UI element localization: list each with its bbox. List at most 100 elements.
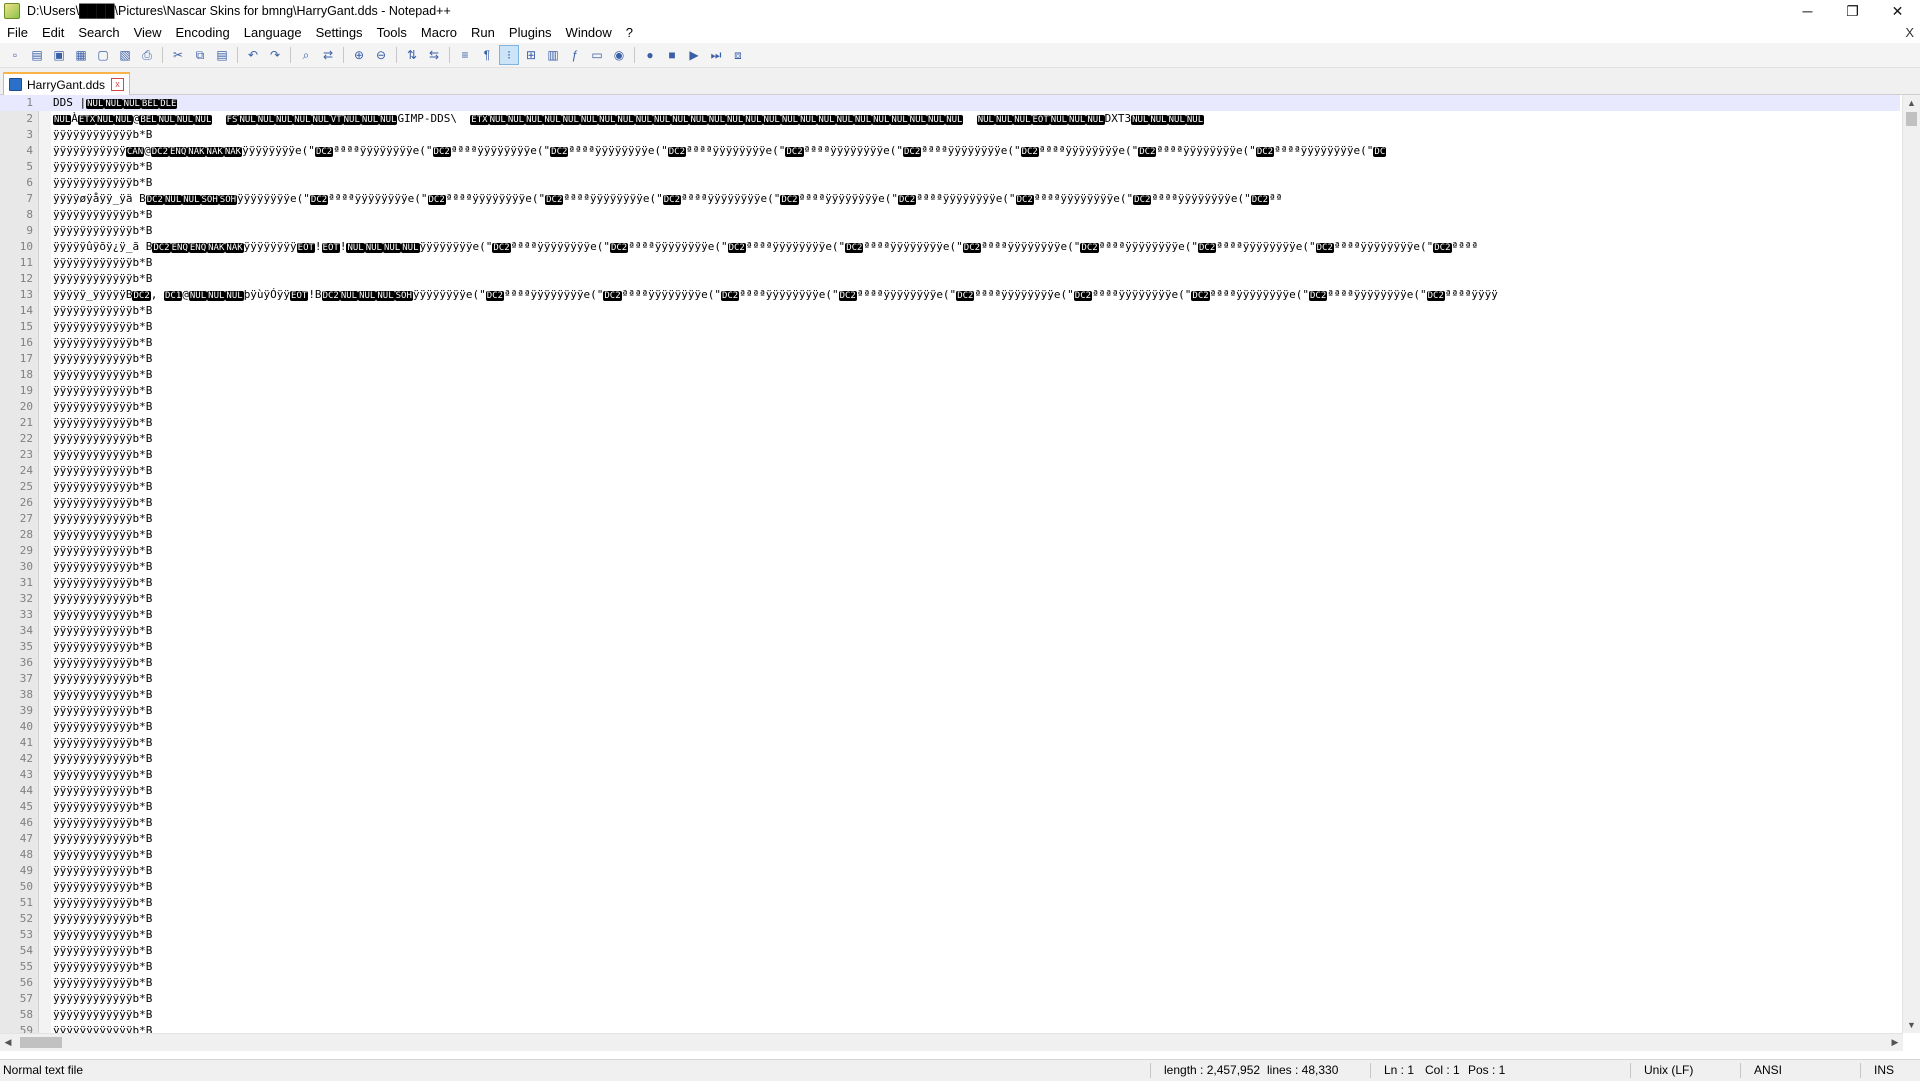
text-line[interactable]: 58 ÿÿÿÿÿÿÿÿÿÿÿÿb*B	[0, 1007, 1900, 1023]
zoom-in-icon[interactable]: ⊕	[349, 45, 369, 65]
close-icon[interactable]: ▢	[93, 45, 113, 65]
text-line[interactable]: 19 ÿÿÿÿÿÿÿÿÿÿÿÿb*B	[0, 383, 1900, 399]
text-line[interactable]: 4 ÿÿÿÿÿÿÿÿÿÿÿCAN@DC2 ENQ NAK NAK NAKÿÿÿÿÿÿÿÿe…	[0, 143, 1900, 159]
text-line[interactable]: 24 ÿÿÿÿÿÿÿÿÿÿÿÿb*B	[0, 463, 1900, 479]
show-all-chars-icon[interactable]: ¶	[477, 45, 497, 65]
text-line[interactable]: 12 ÿÿÿÿÿÿÿÿÿÿÿÿb*B	[0, 271, 1900, 287]
new-file-icon[interactable]: ▫	[5, 45, 25, 65]
undo-icon[interactable]: ↶	[243, 45, 263, 65]
record-macro-icon[interactable]: ●	[640, 45, 660, 65]
menu-plugins[interactable]: Plugins	[502, 22, 559, 43]
copy-icon[interactable]: ⧉	[190, 45, 210, 65]
tab-harrygant-dds[interactable]: HarryGant.dds x	[3, 72, 131, 95]
text-line[interactable]: 49 ÿÿÿÿÿÿÿÿÿÿÿÿb*B	[0, 863, 1900, 879]
text-line[interactable]: 37 ÿÿÿÿÿÿÿÿÿÿÿÿb*B	[0, 671, 1900, 687]
menu-file[interactable]: File	[0, 22, 35, 43]
save-all-icon[interactable]: ▦	[71, 45, 91, 65]
text-line[interactable]: 33 ÿÿÿÿÿÿÿÿÿÿÿÿb*B	[0, 607, 1900, 623]
text-line[interactable]: 41 ÿÿÿÿÿÿÿÿÿÿÿÿb*B	[0, 735, 1900, 751]
paste-icon[interactable]: ▤	[212, 45, 232, 65]
text-line[interactable]: 56 ÿÿÿÿÿÿÿÿÿÿÿÿb*B	[0, 975, 1900, 991]
text-line[interactable]: 57 ÿÿÿÿÿÿÿÿÿÿÿÿb*B	[0, 991, 1900, 1007]
text-line[interactable]: 52 ÿÿÿÿÿÿÿÿÿÿÿÿb*B	[0, 911, 1900, 927]
monitoring-icon[interactable]: ◉	[609, 45, 629, 65]
print-icon[interactable]: ⎙	[137, 45, 157, 65]
function-list-icon[interactable]: ƒ	[565, 45, 585, 65]
open-file-icon[interactable]: ▤	[27, 45, 47, 65]
text-line[interactable]: 48 ÿÿÿÿÿÿÿÿÿÿÿÿb*B	[0, 847, 1900, 863]
text-line[interactable]: 29 ÿÿÿÿÿÿÿÿÿÿÿÿb*B	[0, 543, 1900, 559]
horizontal-scroll-thumb[interactable]	[20, 1037, 62, 1048]
text-line[interactable]: 21 ÿÿÿÿÿÿÿÿÿÿÿÿb*B	[0, 415, 1900, 431]
scroll-down-icon[interactable]: ▼	[1903, 1017, 1920, 1033]
text-line[interactable]: 45 ÿÿÿÿÿÿÿÿÿÿÿÿb*B	[0, 799, 1900, 815]
zoom-out-icon[interactable]: ⊖	[371, 45, 391, 65]
text-line[interactable]: 18 ÿÿÿÿÿÿÿÿÿÿÿÿb*B	[0, 367, 1900, 383]
text-line[interactable]: 36 ÿÿÿÿÿÿÿÿÿÿÿÿb*B	[0, 655, 1900, 671]
text-line[interactable]: 27 ÿÿÿÿÿÿÿÿÿÿÿÿb*B	[0, 511, 1900, 527]
text-line[interactable]: 28 ÿÿÿÿÿÿÿÿÿÿÿÿb*B	[0, 527, 1900, 543]
text-line[interactable]: 15 ÿÿÿÿÿÿÿÿÿÿÿÿb*B	[0, 319, 1900, 335]
stop-macro-icon[interactable]: ■	[662, 45, 682, 65]
horizontal-scrollbar[interactable]: ◀ ▶	[0, 1033, 1903, 1051]
sync-horizontal-icon[interactable]: ⇆	[424, 45, 444, 65]
text-line[interactable]: 17 ÿÿÿÿÿÿÿÿÿÿÿÿb*B	[0, 351, 1900, 367]
menu-window[interactable]: Window	[559, 22, 619, 43]
text-line[interactable]: 3 ÿÿÿÿÿÿÿÿÿÿÿÿb*B	[0, 127, 1900, 143]
vertical-scroll-thumb[interactable]	[1906, 112, 1917, 126]
text-line[interactable]: 6 ÿÿÿÿÿÿÿÿÿÿÿÿb*B	[0, 175, 1900, 191]
text-line[interactable]: 38 ÿÿÿÿÿÿÿÿÿÿÿÿb*B	[0, 687, 1900, 703]
save-macro-icon[interactable]: ⧈	[728, 45, 748, 65]
text-line[interactable]: 16 ÿÿÿÿÿÿÿÿÿÿÿÿb*B	[0, 335, 1900, 351]
text-line[interactable]: 10 ÿÿÿÿÿûÿõÿ¿ÿ_ã BDC2 ENQ ENQ NAK NAKÿÿÿÿÿÿÿÿ…	[0, 239, 1900, 255]
run-macro-multiple-icon[interactable]: ⏭	[706, 45, 726, 65]
text-line[interactable]: 14 ÿÿÿÿÿÿÿÿÿÿÿÿb*B	[0, 303, 1900, 319]
cut-icon[interactable]: ✂	[168, 45, 188, 65]
word-wrap-icon[interactable]: ≡	[455, 45, 475, 65]
status-encoding[interactable]: ANSI	[1754, 1060, 1782, 1081]
scroll-up-icon[interactable]: ▲	[1903, 95, 1920, 111]
user-language-icon[interactable]: ⊞	[521, 45, 541, 65]
save-icon[interactable]: ▣	[49, 45, 69, 65]
menu-run[interactable]: Run	[464, 22, 502, 43]
text-line[interactable]: 53 ÿÿÿÿÿÿÿÿÿÿÿÿb*B	[0, 927, 1900, 943]
text-line[interactable]: 55 ÿÿÿÿÿÿÿÿÿÿÿÿb*B	[0, 959, 1900, 975]
menu-edit[interactable]: Edit	[35, 22, 71, 43]
minimize-button[interactable]: ─	[1785, 0, 1830, 22]
text-line[interactable]: 26 ÿÿÿÿÿÿÿÿÿÿÿÿb*B	[0, 495, 1900, 511]
text-line[interactable]: 11 ÿÿÿÿÿÿÿÿÿÿÿÿb*B	[0, 255, 1900, 271]
menu-help[interactable]: ?	[619, 22, 640, 43]
text-line[interactable]: 30 ÿÿÿÿÿÿÿÿÿÿÿÿb*B	[0, 559, 1900, 575]
text-line[interactable]: 59 ÿÿÿÿÿÿÿÿÿÿÿÿb*B	[0, 1023, 1900, 1033]
text-line[interactable]: 46 ÿÿÿÿÿÿÿÿÿÿÿÿb*B	[0, 815, 1900, 831]
text-line[interactable]: 50 ÿÿÿÿÿÿÿÿÿÿÿÿb*B	[0, 879, 1900, 895]
menu-settings[interactable]: Settings	[309, 22, 370, 43]
text-line[interactable]: 8 ÿÿÿÿÿÿÿÿÿÿÿÿb*B	[0, 207, 1900, 223]
status-insert-mode[interactable]: INS	[1874, 1060, 1894, 1081]
text-line[interactable]: 47 ÿÿÿÿÿÿÿÿÿÿÿÿb*B	[0, 831, 1900, 847]
menu-view[interactable]: View	[127, 22, 169, 43]
text-line[interactable]: 39 ÿÿÿÿÿÿÿÿÿÿÿÿb*B	[0, 703, 1900, 719]
text-line[interactable]: 13 ÿÿÿÿÿ_ÿÿÿÿÿBDC2, DC1@NUL NUL NULþÿùÿÓÿÿE…	[0, 287, 1900, 303]
close-window-button[interactable]: ✕	[1875, 0, 1920, 22]
document-map-icon[interactable]: ▥	[543, 45, 563, 65]
text-line[interactable]: 22 ÿÿÿÿÿÿÿÿÿÿÿÿb*B	[0, 431, 1900, 447]
text-line[interactable]: 5 ÿÿÿÿÿÿÿÿÿÿÿÿb*B	[0, 159, 1900, 175]
menu-tools[interactable]: Tools	[370, 22, 414, 43]
text-line[interactable]: 54 ÿÿÿÿÿÿÿÿÿÿÿÿb*B	[0, 943, 1900, 959]
text-line[interactable]: 7 ÿÿÿÿøÿåÿÿ_ÿä BDC2 NUL NUL SOH SOHÿÿÿÿÿÿÿÿe(…	[0, 191, 1900, 207]
menu-search[interactable]: Search	[71, 22, 126, 43]
text-line[interactable]: 51 ÿÿÿÿÿÿÿÿÿÿÿÿb*B	[0, 895, 1900, 911]
text-line[interactable]: 20 ÿÿÿÿÿÿÿÿÿÿÿÿb*B	[0, 399, 1900, 415]
replace-icon[interactable]: ⇄	[318, 45, 338, 65]
indent-guide-icon[interactable]: ⁝	[499, 45, 519, 65]
text-line[interactable]: 34 ÿÿÿÿÿÿÿÿÿÿÿÿb*B	[0, 623, 1900, 639]
folder-as-workspace-icon[interactable]: ▭	[587, 45, 607, 65]
close-all-icon[interactable]: ▧	[115, 45, 135, 65]
status-eol[interactable]: Unix (LF)	[1644, 1060, 1693, 1081]
redo-icon[interactable]: ↷	[265, 45, 285, 65]
text-line[interactable]: 2 NULÀETX NUL NUL@BEL NUL NUL NUL FS NUL NUL NUL N…	[0, 111, 1900, 127]
restore-button[interactable]: ❐	[1830, 0, 1875, 22]
close-document-button[interactable]: X	[1905, 22, 1914, 43]
text-line[interactable]: 43 ÿÿÿÿÿÿÿÿÿÿÿÿb*B	[0, 767, 1900, 783]
